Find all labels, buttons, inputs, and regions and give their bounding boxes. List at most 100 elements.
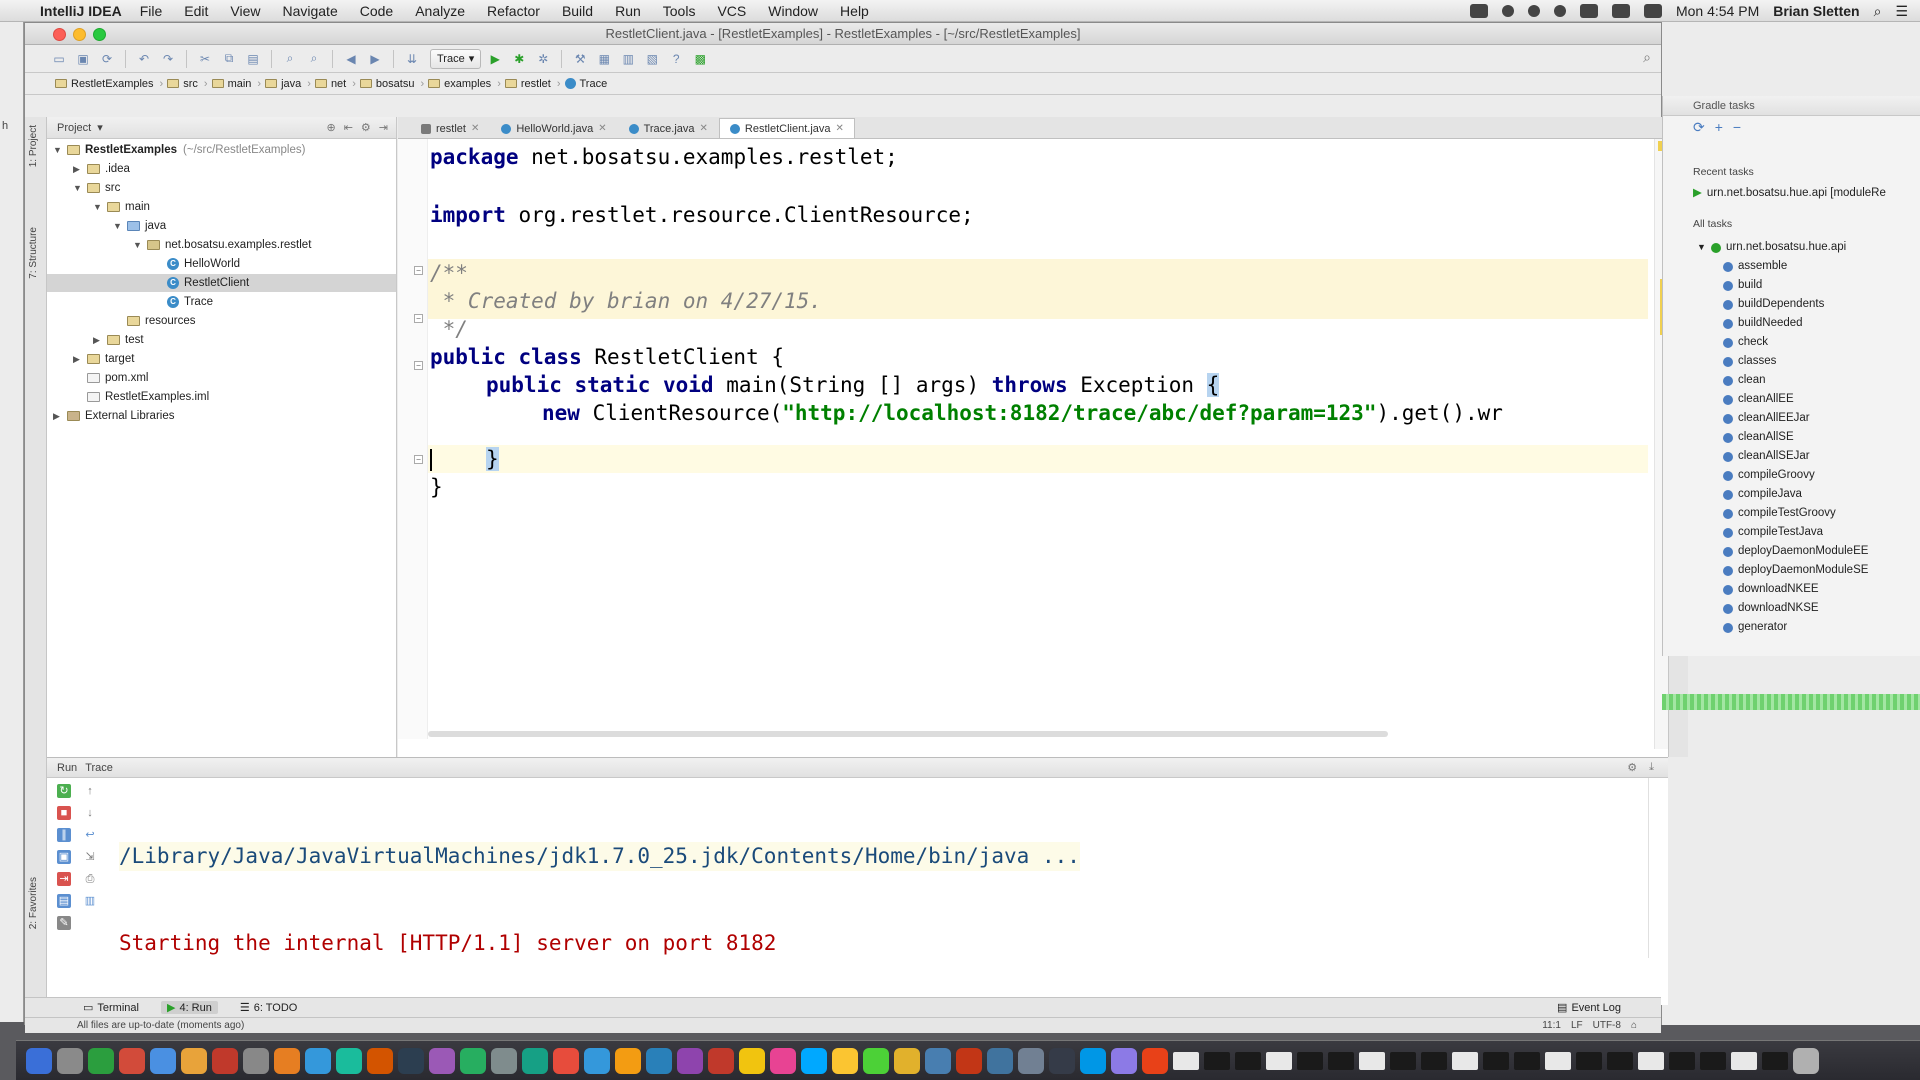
print-icon[interactable]: ⎙ bbox=[83, 872, 97, 886]
gradle-task-compilegroovy[interactable]: compileGroovy bbox=[1723, 466, 1815, 485]
dock-app-icon[interactable] bbox=[367, 1047, 393, 1074]
make-project-icon[interactable]: ⇊ bbox=[402, 49, 422, 69]
vcs-icon[interactable]: ▥ bbox=[618, 49, 638, 69]
chevron-down-icon[interactable]: ▼ bbox=[113, 217, 127, 235]
gradle-task-buildneeded[interactable]: buildNeeded bbox=[1723, 314, 1803, 333]
up-arrow-icon[interactable]: ↑ bbox=[83, 784, 97, 798]
dock-app-icon[interactable] bbox=[956, 1047, 982, 1074]
gradle-task-check[interactable]: check bbox=[1723, 333, 1768, 352]
tree-item-restletexamples-iml[interactable]: RestletExamples.iml bbox=[73, 388, 209, 406]
run-configuration-select[interactable]: Trace ▾ bbox=[430, 48, 482, 69]
close-icon[interactable]: ✕ bbox=[598, 123, 606, 134]
dock-app-icon[interactable] bbox=[987, 1047, 1013, 1074]
close-icon[interactable]: ✕ bbox=[471, 123, 479, 134]
fold-toggle-icon[interactable]: − bbox=[414, 314, 423, 323]
zoom-window-button[interactable] bbox=[93, 28, 106, 41]
tree-item-test[interactable]: ▶ test bbox=[93, 331, 144, 349]
dock-app-icon[interactable] bbox=[894, 1047, 920, 1074]
tree-item-external-libraries[interactable]: ▶ External Libraries bbox=[53, 407, 174, 425]
dock-app-icon[interactable] bbox=[88, 1047, 114, 1074]
dock-app-icon[interactable] bbox=[708, 1047, 734, 1074]
dock-app-icon[interactable] bbox=[1018, 1047, 1044, 1074]
dock-app-icon[interactable] bbox=[553, 1047, 579, 1074]
replace-icon[interactable]: ⌕ bbox=[304, 49, 324, 69]
chevron-down-icon[interactable]: ▼ bbox=[93, 198, 107, 216]
dock-app-icon[interactable] bbox=[739, 1047, 765, 1074]
settings-icon[interactable]: ⚒ bbox=[570, 49, 590, 69]
menu-vcs[interactable]: VCS bbox=[717, 3, 746, 19]
bluetooth-icon[interactable] bbox=[1553, 5, 1566, 17]
project-structure-icon[interactable]: ▦ bbox=[594, 49, 614, 69]
dock-app-icon[interactable] bbox=[646, 1047, 672, 1074]
dock-minimized-window[interactable] bbox=[1421, 1051, 1447, 1070]
dock-minimized-window[interactable] bbox=[1452, 1051, 1478, 1070]
horizontal-scrollbar[interactable] bbox=[428, 731, 1388, 737]
tree-item-restletclient[interactable]: C RestletClient bbox=[47, 274, 396, 292]
dock-minimized-window[interactable] bbox=[1359, 1051, 1385, 1070]
dock-app-icon[interactable] bbox=[274, 1047, 300, 1074]
chevron-down-icon[interactable]: ▼ bbox=[53, 141, 67, 159]
search-everywhere-icon[interactable]: ⌕ bbox=[1643, 49, 1651, 66]
menu-view[interactable]: View bbox=[230, 3, 260, 19]
close-window-button[interactable] bbox=[53, 28, 66, 41]
battery-icon[interactable] bbox=[1643, 4, 1662, 18]
dock-app-icon[interactable] bbox=[336, 1047, 362, 1074]
lock-icon[interactable]: ⌂ bbox=[1631, 1020, 1637, 1031]
dock-minimized-window[interactable] bbox=[1638, 1051, 1664, 1070]
breadcrumb-item[interactable]: java › bbox=[265, 78, 311, 90]
open-icon[interactable]: ▭ bbox=[49, 49, 69, 69]
dock-app-icon[interactable] bbox=[26, 1047, 52, 1074]
debug-icon[interactable]: ✱ bbox=[509, 49, 529, 69]
tree-item-trace[interactable]: C Trace bbox=[153, 293, 213, 311]
menu-refactor[interactable]: Refactor bbox=[487, 3, 540, 19]
coverage-icon[interactable]: ✲ bbox=[533, 49, 553, 69]
pause-icon[interactable]: ∥ bbox=[57, 828, 71, 842]
menu-tools[interactable]: Tools bbox=[663, 3, 696, 19]
plugin-icon[interactable]: ▩ bbox=[690, 49, 710, 69]
code-editor[interactable]: − − − − package net.bosatsu.examples.res… bbox=[398, 139, 1648, 739]
dock-minimized-window[interactable] bbox=[1328, 1051, 1354, 1070]
dock-app-icon[interactable] bbox=[615, 1047, 641, 1074]
chevron-right-icon[interactable]: ▶ bbox=[53, 407, 67, 425]
gradle-task-classes[interactable]: classes bbox=[1723, 352, 1776, 371]
structure-tool-tab[interactable]: 7: Structure bbox=[28, 227, 39, 279]
redo-icon[interactable]: ↷ bbox=[158, 49, 178, 69]
menu-file[interactable]: File bbox=[140, 3, 163, 19]
user-name[interactable]: Brian Sletten bbox=[1773, 3, 1859, 19]
recent-task-item[interactable]: ▶ urn.net.bosatsu.hue.api [moduleRe bbox=[1693, 184, 1886, 203]
sync-icon[interactable]: ⟳ bbox=[97, 49, 117, 69]
close-icon[interactable]: ✕ bbox=[836, 123, 844, 134]
tree-item-helloworld[interactable]: C HelloWorld bbox=[153, 255, 240, 273]
chevron-down-icon[interactable]: ▾ bbox=[97, 121, 103, 134]
minimize-window-button[interactable] bbox=[73, 28, 86, 41]
dump-threads-icon[interactable]: ▣ bbox=[57, 850, 71, 864]
project-tool-tab[interactable]: 1: Project bbox=[28, 125, 39, 167]
dock-minimized-window[interactable] bbox=[1204, 1051, 1230, 1070]
spotlight-icon[interactable]: ⌕ bbox=[1874, 3, 1882, 20]
back-icon[interactable]: ◀ bbox=[341, 49, 361, 69]
favorites-tool-tab[interactable]: 2: Favorites bbox=[28, 877, 39, 929]
fold-toggle-icon[interactable]: − bbox=[414, 361, 423, 370]
tab-restlet[interactable]: restlet ✕ bbox=[410, 118, 490, 138]
vertical-scrollbar[interactable] bbox=[1648, 778, 1660, 958]
breadcrumb-item[interactable]: bosatsu › bbox=[359, 78, 424, 90]
run-tab[interactable]: ▶ 4: Run bbox=[160, 1001, 218, 1014]
fold-toggle-icon[interactable]: − bbox=[414, 455, 423, 464]
tree-item-target[interactable]: ▶ target bbox=[73, 350, 134, 368]
gradle-task-assemble[interactable]: assemble bbox=[1723, 257, 1787, 276]
paste-icon[interactable]: ▤ bbox=[243, 49, 263, 69]
forward-icon[interactable]: ▶ bbox=[365, 49, 385, 69]
dock-app-icon[interactable] bbox=[491, 1047, 517, 1074]
find-icon[interactable]: ⌕ bbox=[280, 49, 300, 69]
gradle-task-cleanalleejar[interactable]: cleanAllEEJar bbox=[1723, 409, 1810, 428]
breadcrumb-item[interactable]: Trace bbox=[564, 78, 607, 90]
tab-restletclient[interactable]: RestletClient.java ✕ bbox=[718, 118, 855, 138]
gradle-task-deploydaemonmoduleee[interactable]: deployDaemonModuleEE bbox=[1723, 542, 1868, 561]
breadcrumb-item[interactable]: RestletExamples › bbox=[55, 78, 163, 90]
menu-code[interactable]: Code bbox=[360, 3, 393, 19]
dock-app-icon[interactable] bbox=[150, 1047, 176, 1074]
restore-layout-icon[interactable]: ▤ bbox=[57, 894, 71, 908]
dock-minimized-window[interactable] bbox=[1514, 1051, 1540, 1070]
dock-app-icon[interactable] bbox=[243, 1047, 269, 1074]
status-icon[interactable] bbox=[1469, 4, 1488, 18]
